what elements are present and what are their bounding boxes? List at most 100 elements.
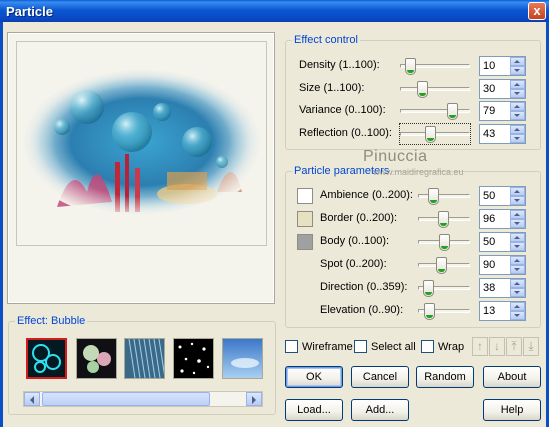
wrap-checkbox-box[interactable] <box>421 340 434 353</box>
effect-control-slider-3[interactable] <box>399 122 471 145</box>
particle-param-value-spinner-3[interactable]: 90 <box>479 255 526 275</box>
particle-param-slider-4[interactable] <box>418 278 470 298</box>
spinner-buttons[interactable] <box>510 279 525 297</box>
particle-param-value-4[interactable]: 38 <box>483 282 495 294</box>
particle-param-color-swatch-0[interactable] <box>297 188 313 204</box>
effect-thumb-snow[interactable] <box>173 338 214 379</box>
particle-param-value-2[interactable]: 50 <box>483 236 495 248</box>
particle-param-slider-1[interactable] <box>418 209 470 229</box>
effect-control-slider-thumb-2[interactable] <box>447 103 458 120</box>
spinner-buttons[interactable] <box>510 57 525 75</box>
particle-param-value-5[interactable]: 13 <box>483 305 495 317</box>
load-button[interactable]: Load... <box>285 399 343 421</box>
scroll-thumb[interactable] <box>42 392 210 406</box>
effect-control-slider-thumb-3[interactable] <box>425 125 436 143</box>
spinner-buttons[interactable] <box>510 187 525 205</box>
effect-control-slider-1[interactable] <box>400 79 470 99</box>
particle-param-value-spinner-4[interactable]: 38 <box>479 278 526 298</box>
wireframe-checkbox-box[interactable] <box>285 340 298 353</box>
spin-down-icon[interactable] <box>510 111 525 120</box>
spinner-buttons[interactable] <box>510 302 525 320</box>
spin-up-icon[interactable] <box>510 57 525 66</box>
select-all-checkbox-box[interactable] <box>354 340 367 353</box>
spin-down-icon[interactable] <box>510 133 525 143</box>
add-button[interactable]: Add... <box>351 399 409 421</box>
close-button[interactable]: x <box>528 2 546 20</box>
effect-control-value-3[interactable]: 43 <box>483 128 495 140</box>
spin-down-icon[interactable] <box>510 265 525 274</box>
random-button[interactable]: Random <box>416 366 474 388</box>
particle-param-value-spinner-1[interactable]: 96 <box>479 209 526 229</box>
effect-control-value-spinner-3[interactable]: 43 <box>479 123 526 144</box>
move-top-icon[interactable]: ⤒ <box>506 337 522 356</box>
scroll-left-arrow-icon[interactable] <box>24 392 40 406</box>
move-up-icon[interactable]: ↑ <box>472 337 488 356</box>
help-button[interactable]: Help <box>483 399 541 421</box>
effect-thumb-glow[interactable] <box>76 338 117 379</box>
particle-param-value-spinner-5[interactable]: 13 <box>479 301 526 321</box>
particle-param-slider-thumb-4[interactable] <box>423 280 434 297</box>
scroll-right-arrow-icon[interactable] <box>246 392 262 406</box>
select-all-checkbox[interactable]: Select all <box>354 340 416 353</box>
spinner-buttons[interactable] <box>510 233 525 251</box>
cancel-button[interactable]: Cancel <box>351 366 409 388</box>
spin-up-icon[interactable] <box>510 124 525 134</box>
particle-param-value-1[interactable]: 96 <box>483 213 495 225</box>
spinner-buttons[interactable] <box>510 256 525 274</box>
spin-up-icon[interactable] <box>510 187 525 196</box>
effect-thumb-rain[interactable] <box>124 338 166 379</box>
effect-control-value-spinner-0[interactable]: 10 <box>479 56 526 76</box>
spinner-buttons[interactable] <box>510 102 525 120</box>
particle-param-slider-thumb-2[interactable] <box>439 234 450 251</box>
particle-param-value-spinner-2[interactable]: 50 <box>479 232 526 252</box>
spinner-buttons[interactable] <box>510 124 525 143</box>
effect-control-slider-thumb-1[interactable] <box>417 80 428 98</box>
spin-down-icon[interactable] <box>510 242 525 251</box>
wrap-checkbox[interactable]: Wrap <box>421 340 464 353</box>
particle-param-slider-3[interactable] <box>418 255 470 275</box>
spin-down-icon[interactable] <box>510 219 525 228</box>
effect-control-value-spinner-2[interactable]: 79 <box>479 101 526 121</box>
particle-param-value-3[interactable]: 90 <box>483 259 495 271</box>
spin-down-icon[interactable] <box>510 66 525 75</box>
spin-up-icon[interactable] <box>510 79 525 89</box>
spin-up-icon[interactable] <box>510 302 525 311</box>
particle-param-slider-thumb-1[interactable] <box>438 211 449 228</box>
effect-control-slider-0[interactable] <box>400 56 470 76</box>
spin-down-icon[interactable] <box>510 311 525 320</box>
effect-thumb-sky[interactable] <box>222 338 263 379</box>
particle-param-color-swatch-2[interactable] <box>297 234 313 250</box>
spin-up-icon[interactable] <box>510 102 525 111</box>
particle-param-slider-5[interactable] <box>418 301 470 321</box>
about-button[interactable]: About <box>483 366 541 388</box>
effect-thumb-bubble[interactable] <box>26 338 67 379</box>
effect-control-value-spinner-1[interactable]: 30 <box>479 78 526 99</box>
ok-button[interactable]: OK <box>285 366 343 388</box>
spin-down-icon[interactable] <box>510 88 525 98</box>
particle-param-color-swatch-1[interactable] <box>297 211 313 227</box>
particle-param-slider-thumb-3[interactable] <box>436 257 447 274</box>
spin-up-icon[interactable] <box>510 256 525 265</box>
effect-control-value-0[interactable]: 10 <box>483 60 495 72</box>
spinner-buttons[interactable] <box>510 210 525 228</box>
spin-up-icon[interactable] <box>510 210 525 219</box>
effect-control-value-2[interactable]: 79 <box>483 105 495 117</box>
effect-control-slider-2[interactable] <box>400 101 470 121</box>
spin-down-icon[interactable] <box>510 196 525 205</box>
move-bottom-icon[interactable]: ⤓ <box>523 337 539 356</box>
particle-param-value-0[interactable]: 50 <box>483 190 495 202</box>
particle-param-slider-thumb-5[interactable] <box>424 303 435 320</box>
particle-param-slider-thumb-0[interactable] <box>428 188 439 205</box>
spin-down-icon[interactable] <box>510 288 525 297</box>
effect-control-value-1[interactable]: 30 <box>483 83 495 95</box>
move-down-icon[interactable]: ↓ <box>489 337 505 356</box>
particle-param-slider-0[interactable] <box>418 186 470 206</box>
spin-up-icon[interactable] <box>510 233 525 242</box>
effect-scrollbar[interactable] <box>23 391 263 407</box>
particle-param-slider-2[interactable] <box>418 232 470 252</box>
wireframe-checkbox[interactable]: Wireframe <box>285 340 353 353</box>
spinner-buttons[interactable] <box>510 79 525 98</box>
spin-up-icon[interactable] <box>510 279 525 288</box>
particle-param-value-spinner-0[interactable]: 50 <box>479 186 526 206</box>
effect-control-slider-thumb-0[interactable] <box>405 58 416 75</box>
